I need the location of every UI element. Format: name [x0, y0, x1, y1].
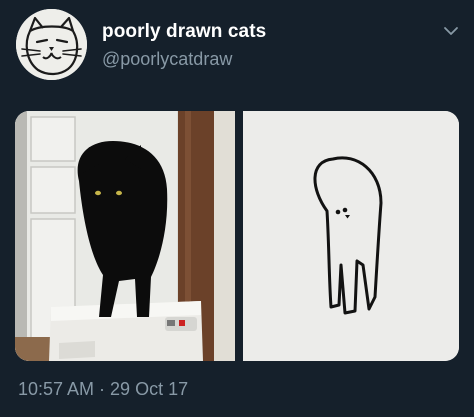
photo-black-cat[interactable] — [15, 111, 235, 361]
handle: @poorlycatdraw — [102, 49, 233, 69]
media-grid — [15, 111, 459, 361]
drawing-poorly-drawn-cat[interactable] — [243, 111, 459, 361]
display-name[interactable]: poorly drawn cats — [102, 21, 266, 43]
chevron-down-icon[interactable] — [440, 20, 462, 42]
tweet: poorly drawn cats @poorlycatdraw 10:57 A… — [0, 0, 474, 417]
poorly-drawn-cat-drawing-image — [243, 111, 459, 361]
timestamp[interactable]: 10:57 AM · 29 Oct 17 — [18, 379, 188, 400]
avatar[interactable] — [16, 9, 87, 80]
doodle-cat-face-icon — [16, 9, 87, 80]
black-cat-photo-image — [15, 111, 235, 361]
